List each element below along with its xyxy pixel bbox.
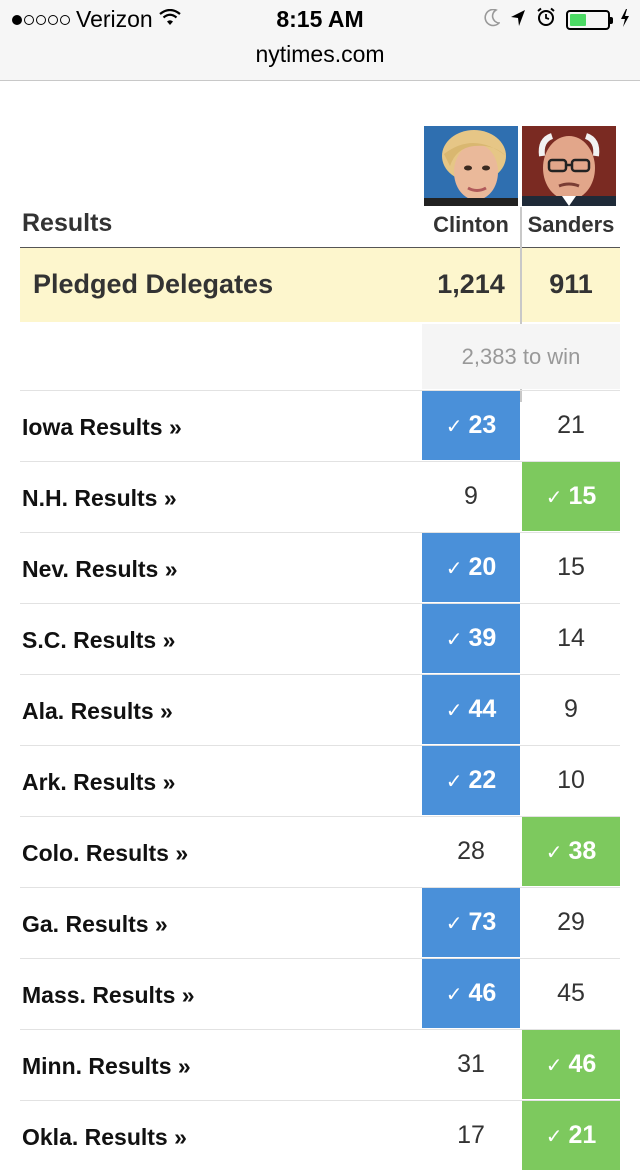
sanders-delegates-cell: ✓ 15 (522, 462, 620, 531)
table-row: Ala. Results » ✓ 44 9 (20, 674, 620, 745)
sanders-delegates-cell: 10 (522, 746, 620, 815)
sanders-delegates-cell: 15 (522, 533, 620, 602)
state-results-link[interactable]: N.H. Results » (22, 485, 177, 512)
charging-icon (620, 7, 630, 33)
state-results-list: Iowa Results » ✓ 23 21 N.H. Results » 9 ✓ 15 Nev… (20, 390, 620, 1171)
check-icon: ✓ (445, 984, 463, 1006)
clinton-delegates-cell: 28 (422, 817, 520, 886)
clinton-delegates-cell: ✓ 39 (422, 604, 520, 673)
clinton-delegates-value: 20 (468, 553, 497, 581)
url-bar[interactable]: nytimes.com (0, 41, 640, 68)
sanders-delegates-cell: ✓ 46 (522, 1030, 620, 1099)
alarm-icon (536, 7, 556, 33)
candidate-photos (424, 126, 616, 206)
clinton-photo (424, 126, 518, 206)
clinton-delegates-cell: ✓ 22 (422, 746, 520, 815)
sanders-delegates-cell: 14 (522, 604, 620, 673)
clinton-delegates-value: 9 (464, 482, 478, 510)
sanders-delegates-cell: ✓ 38 (522, 817, 620, 886)
sanders-photo (522, 126, 616, 206)
clinton-delegates-value: 73 (468, 908, 497, 936)
pledged-label: Pledged Delegates (33, 269, 274, 299)
status-bar: Verizon 8:15 AM nytimes.com (0, 0, 640, 81)
state-results-link[interactable]: Ala. Results » (22, 698, 173, 725)
state-results-link[interactable]: Minn. Results » (22, 1053, 191, 1080)
sanders-delegates-value: 15 (557, 553, 585, 581)
clinton-pledged: 1,214 (437, 269, 505, 299)
clinton-delegates-cell: 9 (422, 462, 520, 531)
sanders-delegates-cell: 9 (522, 675, 620, 744)
check-icon: ✓ (445, 771, 463, 793)
clinton-delegates-value: 31 (457, 1050, 485, 1078)
table-row: Nev. Results » ✓ 20 15 (20, 532, 620, 603)
check-icon: ✓ (545, 1126, 563, 1148)
clinton-delegates-value: 39 (468, 624, 497, 652)
state-results-link[interactable]: Nev. Results » (22, 556, 178, 583)
sanders-delegates-value: 14 (557, 624, 585, 652)
table-row: Ga. Results » ✓ 73 29 (20, 887, 620, 958)
table-row: N.H. Results » 9 ✓ 15 (20, 461, 620, 532)
clinton-delegates-cell: ✓ 46 (422, 959, 520, 1028)
clinton-delegates-value: 17 (457, 1121, 485, 1149)
location-arrow-icon (510, 7, 526, 33)
check-icon: ✓ (445, 558, 463, 580)
sanders-name: Sanders (527, 212, 615, 237)
state-results-link[interactable]: Colo. Results » (22, 840, 188, 867)
check-icon: ✓ (445, 913, 463, 935)
sanders-delegates-cell: 29 (522, 888, 620, 957)
sanders-delegates-value: 38 (568, 837, 597, 865)
clinton-delegates-cell: ✓ 23 (422, 391, 520, 460)
clinton-delegates-cell: ✓ 20 (422, 533, 520, 602)
clinton-delegates-value: 23 (468, 411, 497, 439)
sanders-delegates-value: 9 (564, 695, 578, 723)
sanders-delegates-value: 21 (568, 1121, 597, 1149)
sanders-delegates-cell: 45 (522, 959, 620, 1028)
to-win-label: 2,383 to win (422, 324, 620, 389)
check-icon: ✓ (445, 700, 463, 722)
results-label: Results (22, 209, 113, 237)
table-row: S.C. Results » ✓ 39 14 (20, 603, 620, 674)
table-row: Minn. Results » 31 ✓ 46 (20, 1029, 620, 1100)
check-icon: ✓ (445, 629, 463, 651)
clinton-delegates-value: 28 (457, 837, 485, 865)
clinton-delegates-cell: ✓ 73 (422, 888, 520, 957)
state-results-link[interactable]: Iowa Results » (22, 414, 182, 441)
sanders-delegates-value: 15 (568, 482, 597, 510)
state-results-link[interactable]: Okla. Results » (22, 1124, 187, 1151)
moon-icon (484, 7, 501, 33)
state-results-link[interactable]: Ga. Results » (22, 911, 168, 938)
check-icon: ✓ (545, 1055, 563, 1077)
table-row: Ark. Results » ✓ 22 10 (20, 745, 620, 816)
sanders-delegates-value: 21 (557, 411, 585, 439)
status-icons (484, 7, 630, 33)
sanders-delegates-value: 10 (557, 766, 585, 794)
sanders-delegates-value: 45 (557, 979, 585, 1007)
check-icon: ✓ (545, 487, 563, 509)
state-results-link[interactable]: Mass. Results » (22, 982, 195, 1009)
sanders-delegates-value: 46 (568, 1050, 597, 1078)
table-row: Iowa Results » ✓ 23 21 (20, 390, 620, 461)
clinton-delegates-value: 46 (468, 979, 497, 1007)
table-row: Colo. Results » 28 ✓ 38 (20, 816, 620, 887)
battery-icon (566, 10, 613, 30)
clinton-delegates-value: 44 (468, 695, 497, 723)
clinton-delegates-cell: 31 (422, 1030, 520, 1099)
check-icon: ✓ (545, 842, 563, 864)
check-icon: ✓ (445, 416, 463, 438)
clinton-delegates-value: 22 (468, 766, 497, 794)
state-results-link[interactable]: S.C. Results » (22, 627, 175, 654)
sanders-delegates-cell: 21 (522, 391, 620, 460)
pledged-delegates-row: Pledged Delegates 1,214 911 (20, 248, 620, 322)
sanders-delegates-value: 29 (557, 908, 585, 936)
state-results-link[interactable]: Ark. Results » (22, 769, 175, 796)
clinton-delegates-cell: ✓ 44 (422, 675, 520, 744)
sanders-pledged: 911 (549, 269, 593, 299)
table-header: Results Clinton Sanders (20, 209, 620, 248)
table-row: Mass. Results » ✓ 46 45 (20, 958, 620, 1029)
clinton-name: Clinton (433, 212, 509, 237)
